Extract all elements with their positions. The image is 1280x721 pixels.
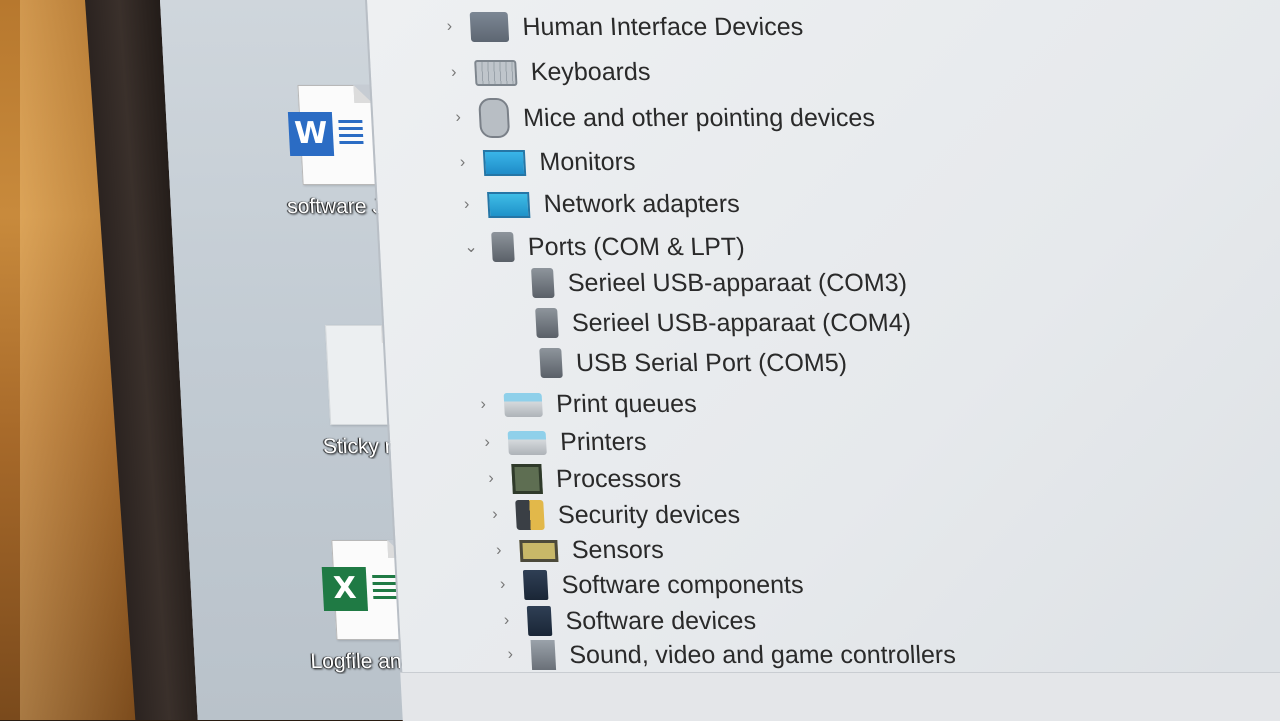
- tree-item-label: Ports (COM & LPT): [527, 232, 746, 261]
- tree-item-com3[interactable]: Serieel USB-apparaat (COM3): [531, 268, 908, 298]
- tree-item-processors[interactable]: › Processors: [479, 464, 682, 494]
- tree-item-software-components[interactable]: › Software components: [491, 570, 804, 600]
- hid-icon: [469, 12, 510, 42]
- tree-item-label: Sound, video and game controllers: [568, 640, 957, 669]
- chevron-right-icon[interactable]: ›: [487, 542, 510, 560]
- tree-item-label: Software devices: [564, 606, 757, 635]
- port-icon: [491, 232, 515, 262]
- tree-item-sound-video-game[interactable]: › Sound, video and game controllers: [499, 640, 957, 670]
- tree-item-label: Software components: [560, 570, 805, 599]
- tree-item-label: Sensors: [571, 536, 665, 564]
- network-icon: [487, 191, 531, 218]
- printer-icon: [503, 392, 543, 417]
- tree-item-com5[interactable]: USB Serial Port (COM5): [539, 348, 848, 378]
- chevron-right-icon[interactable]: ›: [455, 196, 478, 214]
- tree-item-printers[interactable]: › Printers: [475, 428, 647, 457]
- chevron-right-icon[interactable]: ›: [451, 154, 474, 172]
- software-icon: [526, 606, 553, 636]
- mouse-icon: [478, 98, 511, 138]
- port-icon: [539, 348, 563, 378]
- device-manager-window: › Human Interface Devices › Keyboards › …: [364, 0, 1280, 680]
- monitor-icon: [482, 149, 527, 176]
- chevron-down-icon[interactable]: ⌄: [459, 237, 482, 257]
- tree-item-label: Print queues: [555, 390, 698, 418]
- security-icon: [515, 500, 545, 530]
- status-bar: [400, 672, 1280, 721]
- chevron-right-icon[interactable]: ›: [480, 470, 503, 488]
- port-icon: [535, 308, 559, 338]
- keyboard-icon: [474, 59, 518, 86]
- tree-item-ports[interactable]: ⌄ Ports (COM & LPT): [459, 232, 745, 262]
- chevron-right-icon[interactable]: ›: [472, 396, 495, 414]
- tree-item-print-queues[interactable]: › Print queues: [471, 390, 697, 419]
- tree-item-label: Monitors: [538, 148, 637, 176]
- printer-icon: [507, 430, 547, 455]
- chevron-right-icon[interactable]: ›: [491, 576, 514, 594]
- tree-item-label: Serieel USB-apparaat (COM3): [567, 268, 908, 297]
- processor-icon: [511, 464, 543, 494]
- chevron-right-icon[interactable]: ›: [495, 612, 518, 630]
- tree-item-human-interface-devices[interactable]: › Human Interface Devices: [438, 12, 804, 42]
- tree-item-label: Human Interface Devices: [521, 12, 804, 41]
- sensor-icon: [519, 539, 559, 562]
- chevron-right-icon[interactable]: ›: [447, 109, 470, 127]
- chevron-right-icon[interactable]: ›: [499, 646, 522, 664]
- tree-item-monitors[interactable]: › Monitors: [451, 148, 636, 177]
- tree-item-label: Processors: [555, 464, 682, 493]
- tree-item-label: USB Serial Port (COM5): [575, 348, 848, 377]
- tree-item-mice[interactable]: › Mice and other pointing devices: [446, 98, 876, 138]
- tree-item-label: Network adapters: [542, 190, 741, 218]
- tree-item-com4[interactable]: Serieel USB-apparaat (COM4): [535, 308, 912, 338]
- tree-item-software-devices[interactable]: › Software devices: [495, 606, 757, 636]
- tree-item-label: Keyboards: [530, 58, 652, 86]
- sound-icon: [530, 640, 557, 670]
- chevron-right-icon[interactable]: ›: [438, 18, 461, 36]
- tree-item-keyboards[interactable]: › Keyboards: [442, 58, 651, 87]
- chevron-right-icon[interactable]: ›: [476, 434, 499, 452]
- tree-item-security-devices[interactable]: › Security devices: [483, 500, 741, 530]
- software-icon: [522, 570, 549, 600]
- tree-item-label: Security devices: [557, 500, 741, 529]
- chevron-right-icon[interactable]: ›: [442, 64, 465, 82]
- chevron-right-icon[interactable]: ›: [484, 506, 507, 524]
- tree-item-label: Mice and other pointing devices: [522, 103, 876, 132]
- screen: W software Jo Sticky not X Logfile analy…: [160, 0, 1280, 721]
- port-icon: [531, 268, 555, 298]
- word-doc-icon: W: [287, 85, 377, 185]
- tree-item-label: Serieel USB-apparaat (COM4): [571, 308, 912, 337]
- tree-item-label: Printers: [559, 428, 648, 456]
- tree-item-network-adapters[interactable]: › Network adapters: [455, 190, 741, 219]
- tree-item-sensors[interactable]: › Sensors: [487, 536, 665, 565]
